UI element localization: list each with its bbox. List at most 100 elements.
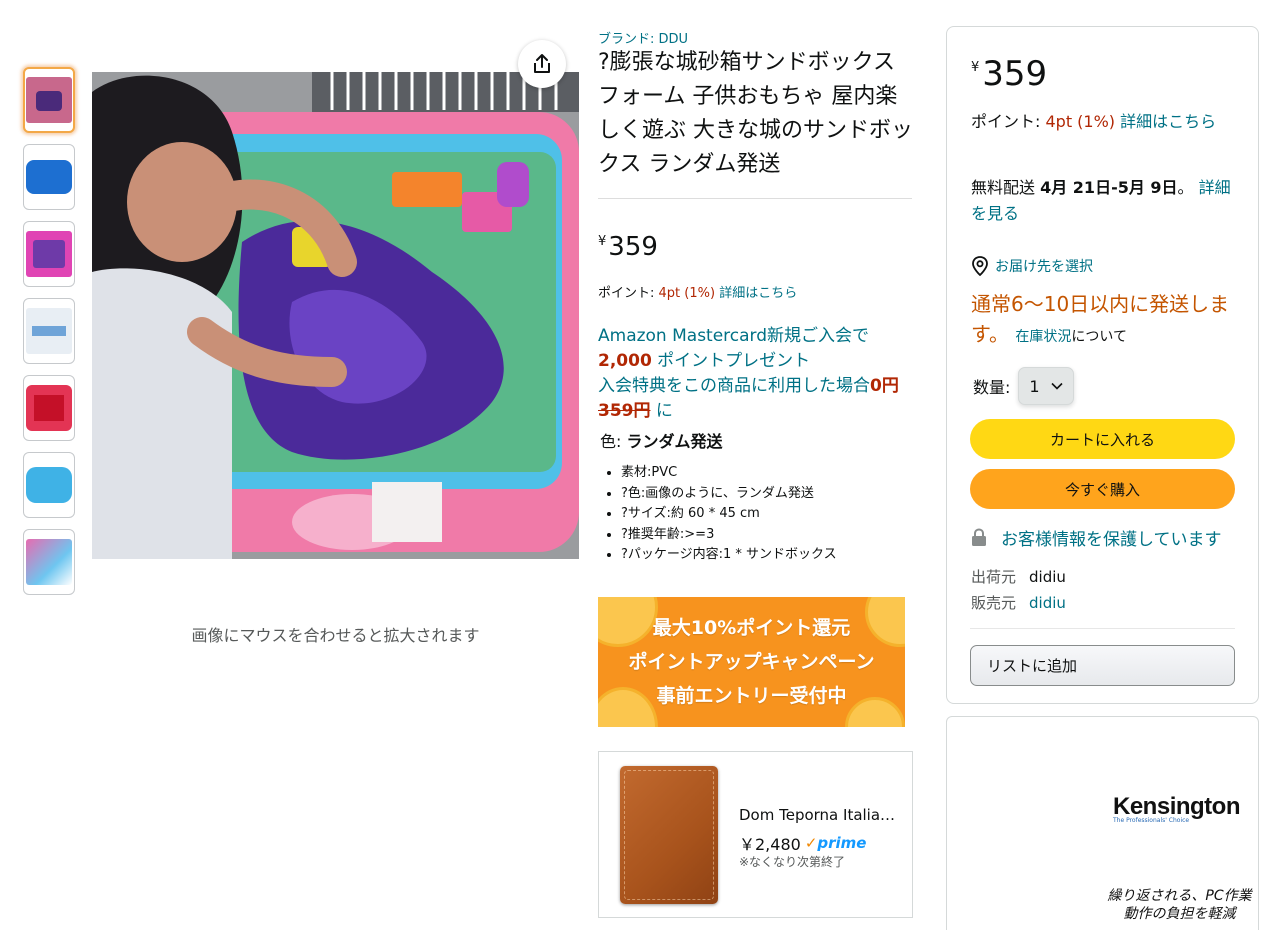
feature-bullet: ?サイズ:約 60 * 45 cm xyxy=(621,504,837,525)
share-icon xyxy=(534,54,550,73)
points-label: ポイント: xyxy=(598,286,659,301)
buybox-price-currency: ¥ xyxy=(971,60,980,75)
delivery-dates: 4月 21日-5月 9日 xyxy=(1040,178,1178,197)
thumbnail-4[interactable] xyxy=(23,298,75,364)
sponsored-product-name[interactable]: Dom Teporna Italia 財布 xyxy=(739,804,899,825)
coin-decoration xyxy=(598,687,658,727)
quantity-select[interactable]: 1 xyxy=(1018,367,1075,405)
sponsored-price-value: ￥2,480 xyxy=(739,835,801,854)
feature-bullet: 素材:PVC xyxy=(621,463,837,484)
shipper-row: 出荷元 didiu xyxy=(971,564,1066,590)
thumbnail-image xyxy=(26,467,72,503)
feature-bullet: ?推奨年齢:>=3 xyxy=(621,525,837,546)
color-value: ランダム発送 xyxy=(626,432,723,451)
delivery-info: 無料配送 4月 21日-5月 9日。 詳細を見る xyxy=(971,175,1241,227)
promo-line3: 入会特典をこの商品に利用した場合 xyxy=(598,376,870,396)
delivery-suffix: 。 xyxy=(1177,178,1199,197)
title-divider xyxy=(598,198,912,199)
product-photo xyxy=(92,72,579,559)
main-product-image[interactable] xyxy=(92,72,579,559)
feature-bullets: 素材:PVC ?色:画像のように、ランダム発送 ?サイズ:約 60 * 45 c… xyxy=(621,463,837,566)
color-label: 色: xyxy=(600,432,627,451)
buybox-divider xyxy=(970,628,1235,629)
buybox-points-value: 4pt (1%) xyxy=(1045,112,1116,131)
promo-strike-price: 359円 xyxy=(598,401,651,421)
campaign-line1: 最大10%ポイント還元 xyxy=(652,617,851,639)
buy-box: ¥ 359 ポイント: 4pt (1%) 詳細はこちら 無料配送 4月 21日-… xyxy=(946,26,1259,704)
sponsored-product-price: ￥2,480 ✓prime xyxy=(739,831,866,855)
stock-suffix: について xyxy=(1071,329,1127,345)
seller-row: 販売元 didiu xyxy=(971,590,1066,616)
quantity-value: 1 xyxy=(1029,376,1040,396)
seller-label: 販売元 xyxy=(971,594,1017,612)
thumbnail-1[interactable] xyxy=(23,67,75,133)
thumbnail-image xyxy=(26,160,72,194)
feature-bullet: ?色:画像のように、ランダム発送 xyxy=(621,484,837,505)
mastercard-promo[interactable]: Amazon Mastercard新規ご入会で 2,000 ポイントプレゼント … xyxy=(598,324,908,424)
feature-bullet: ?パッケージ内容:1 * サンドボックス xyxy=(621,545,837,566)
lock-icon xyxy=(972,528,986,546)
thumbnail-2[interactable] xyxy=(23,144,75,210)
point-campaign-banner[interactable]: 最大10%ポイント還元 ポイントアップキャンペーン 事前エントリー受付中 xyxy=(598,597,905,727)
thumbnail-image xyxy=(26,539,72,585)
thumbnail-5[interactable] xyxy=(23,375,75,441)
coin-decoration xyxy=(845,697,905,727)
coin-decoration xyxy=(865,597,905,647)
select-address-label: お届け先を選択 xyxy=(995,259,1093,275)
wallet-image xyxy=(620,766,718,904)
thumbnail-image xyxy=(26,77,72,123)
chevron-down-icon xyxy=(1051,382,1063,390)
brand-link[interactable]: ブランド: DDU xyxy=(598,28,688,47)
shipping-availability: 通常6〜10日以内に発送します。 在庫状況について xyxy=(971,289,1241,352)
thumbnail-3[interactable] xyxy=(23,221,75,287)
stock-status-link[interactable]: 在庫状況 xyxy=(1015,329,1071,345)
buybox-points: ポイント: 4pt (1%) 詳細はこちら xyxy=(971,109,1241,135)
prime-label: prime xyxy=(817,834,867,852)
secure-transaction-link[interactable]: お客様情報を保護しています xyxy=(971,525,1222,550)
product-title: ?膨張な城砂箱サンドボックス フォーム 子供おもちゃ 屋内楽しく遊ぶ 大きな城の… xyxy=(598,50,913,177)
location-pin-icon xyxy=(972,256,988,276)
add-to-cart-button[interactable]: カートに入れる xyxy=(970,419,1235,459)
promo-line2: ポイントプレゼント xyxy=(651,351,811,371)
campaign-line3: 事前エントリー受付中 xyxy=(656,685,847,707)
quantity-label: 数量: xyxy=(973,378,1011,397)
delivery-prefix: 無料配送 xyxy=(971,178,1041,197)
promo-ni: に xyxy=(650,401,673,421)
secure-text: お客様情報を保護しています xyxy=(1001,530,1222,550)
thumbnail-strip xyxy=(23,67,75,606)
promo-zero: 0円 xyxy=(870,376,899,396)
seller-info: 出荷元 didiu 販売元 didiu xyxy=(971,564,1066,616)
points-detail-link[interactable]: 詳細はこちら xyxy=(719,286,797,301)
prime-check-icon: ✓ xyxy=(804,834,818,852)
share-button[interactable] xyxy=(518,40,566,88)
buy-now-button[interactable]: 今すぐ購入 xyxy=(970,469,1235,509)
color-row: 色: ランダム発送 xyxy=(600,428,723,452)
shipper-label: 出荷元 xyxy=(971,568,1017,586)
thumbnail-image xyxy=(26,385,72,431)
buybox-points-link[interactable]: 詳細はこちら xyxy=(1120,112,1216,131)
select-address-link[interactable]: お届け先を選択 xyxy=(971,256,1093,276)
thumbnail-image xyxy=(26,231,72,277)
thumbnail-7[interactable] xyxy=(23,529,75,595)
seller-link[interactable]: didiu xyxy=(1029,594,1066,612)
product-price: ¥ 359 xyxy=(598,232,658,262)
add-to-list-button[interactable]: リストに追加 xyxy=(970,645,1235,686)
prime-badge: ✓prime xyxy=(805,834,867,852)
buybox-price: ¥ 359 xyxy=(971,54,1047,94)
buybox-price-value: 359 xyxy=(982,54,1048,94)
shipper-value: didiu xyxy=(1029,568,1066,586)
coin-decoration xyxy=(598,597,658,647)
price-value: 359 xyxy=(608,232,658,262)
image-hover-hint: 画像にマウスを合わせると拡大されます xyxy=(191,626,480,645)
kensington-ad[interactable]: Kensington The Professionals' Choice 繰り返… xyxy=(946,716,1259,930)
quantity-row: 数量: 1 xyxy=(973,367,1075,405)
promo-line1: Amazon Mastercard新規ご入会で xyxy=(598,326,870,346)
ad-copy: 繰り返される、PC作業動作の負担を軽減 xyxy=(1107,888,1252,922)
sponsored-product-card[interactable]: Dom Teporna Italia 財布 ￥2,480 ✓prime ※なくな… xyxy=(598,751,913,918)
price-currency: ¥ xyxy=(598,234,607,249)
thumbnail-image xyxy=(26,308,72,354)
buybox-points-label: ポイント: xyxy=(971,112,1046,131)
thumbnail-6[interactable] xyxy=(23,452,75,518)
kensington-tagline: The Professionals' Choice xyxy=(1113,817,1190,824)
points-value: 4pt (1%) xyxy=(658,286,716,301)
